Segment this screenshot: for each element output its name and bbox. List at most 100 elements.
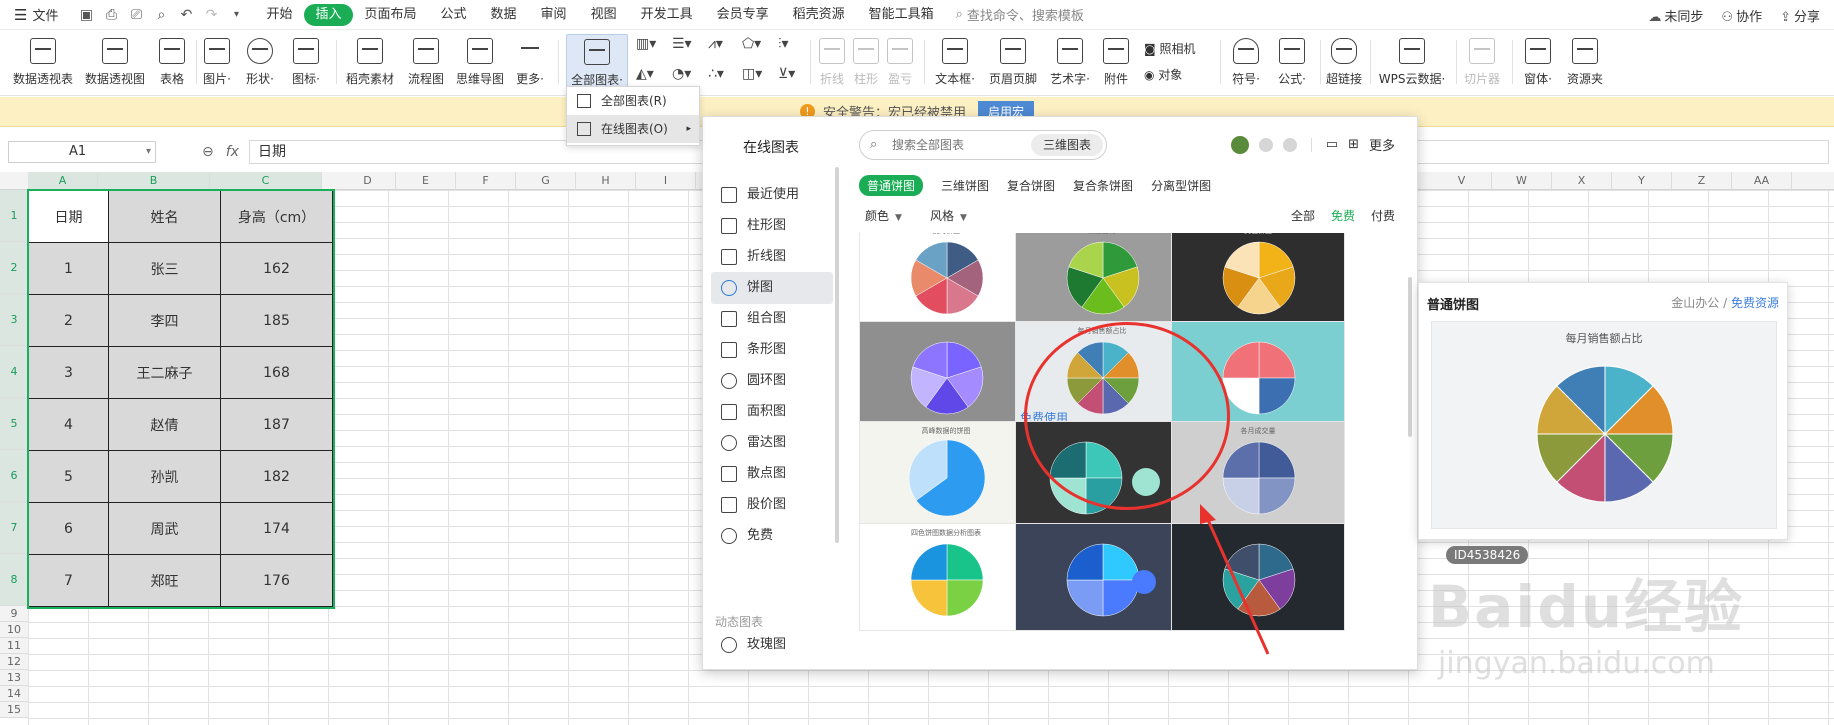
share-button[interactable]: ⇪ 分享 xyxy=(1780,6,1820,25)
row-header-7[interactable]: 7 xyxy=(0,502,28,554)
table-cell[interactable]: 174 xyxy=(220,502,333,555)
table-header-cell[interactable]: 日期 xyxy=(28,190,109,243)
formula-button[interactable]: 公式· xyxy=(1272,34,1312,92)
sidebar-item-7[interactable]: 面积图 xyxy=(711,396,833,428)
tab-page-layout[interactable]: 页面布局 xyxy=(353,4,429,26)
row-header-15[interactable]: 15 xyxy=(0,702,28,718)
zoom-icon[interactable]: ⊖ xyxy=(202,144,214,160)
table-button[interactable]: 表格 xyxy=(154,34,190,92)
sidebar-item-rose[interactable]: 玫瑰图 xyxy=(711,629,833,661)
column-header-x[interactable]: X xyxy=(1552,172,1612,190)
table-cell[interactable]: 3 xyxy=(28,346,109,399)
tab-review[interactable]: 审阅 xyxy=(529,4,579,26)
symbol-button[interactable]: 符号· xyxy=(1226,34,1266,92)
sparkline-winloss-button[interactable]: 盈亏 xyxy=(884,34,916,92)
sidebar-item-1[interactable]: 柱形图 xyxy=(711,210,833,242)
row-header-13[interactable]: 13 xyxy=(0,670,28,686)
table-cell[interactable]: 162 xyxy=(220,242,333,295)
chart-template-thumbnail[interactable]: 我的饼图 xyxy=(859,233,1033,329)
column-header-v[interactable]: V xyxy=(1432,172,1492,190)
tab-insert[interactable]: 插入 xyxy=(304,3,353,26)
column-header-f[interactable]: F xyxy=(456,172,516,190)
table-cell[interactable]: 赵倩 xyxy=(108,398,221,451)
column-header-i[interactable]: I xyxy=(636,172,696,190)
row-header-6[interactable]: 6 xyxy=(0,450,28,502)
sidebar-item-2[interactable]: 折线图 xyxy=(711,241,833,273)
gallery-scrollbar[interactable] xyxy=(1408,277,1412,437)
column-header-c[interactable]: C xyxy=(210,172,322,190)
tab-docer-resources[interactable]: 稻壳资源 xyxy=(781,4,857,26)
table-header-cell[interactable]: 身高（cm） xyxy=(220,190,333,243)
avatar[interactable] xyxy=(1230,135,1249,154)
menu-item-all-charts[interactable]: 全部图表(R) xyxy=(567,87,699,115)
tab-formulas[interactable]: 公式 xyxy=(429,4,479,26)
table-cell[interactable]: 168 xyxy=(220,346,333,399)
column-header-w[interactable]: W xyxy=(1492,172,1552,190)
table-cell[interactable]: 张三 xyxy=(108,242,221,295)
pivot-chart-button[interactable]: 数据透视图 xyxy=(84,34,146,92)
chip-0[interactable]: 普通饼图 xyxy=(859,175,924,196)
column-header-z[interactable]: Z xyxy=(1672,172,1732,190)
table-cell[interactable]: 李四 xyxy=(108,294,221,347)
file-menu[interactable]: ☰ 文件 xyxy=(0,0,68,30)
slicer-button[interactable]: 切片器 xyxy=(1462,34,1502,92)
hyperlink-button[interactable]: 超链接 xyxy=(1324,34,1364,92)
menu-item-online-charts[interactable]: 在线图表(O) ▸ xyxy=(567,115,699,143)
row-header-5[interactable]: 5 xyxy=(0,398,28,450)
textbox-button[interactable]: 文本框· xyxy=(930,34,980,92)
export-pdf-icon[interactable]: ⎙ xyxy=(103,7,119,23)
wps-cloud-data-button[interactable]: WPS云数据· xyxy=(1374,34,1450,92)
object-button[interactable]: ◉ 对象 xyxy=(1144,66,1182,83)
table-cell[interactable]: 王二麻子 xyxy=(108,346,221,399)
table-cell[interactable]: 郑旺 xyxy=(108,554,221,607)
row-header-11[interactable]: 11 xyxy=(0,638,28,654)
all-charts-button[interactable]: 全部图表· xyxy=(566,34,628,92)
table-cell[interactable]: 6 xyxy=(28,502,109,555)
chart-template-thumbnail[interactable]: 高峰数据的饼图 xyxy=(859,421,1033,529)
table-cell[interactable]: 7 xyxy=(28,554,109,607)
table-cell[interactable]: 185 xyxy=(220,294,333,347)
column-header-a[interactable]: A xyxy=(28,172,98,190)
form-window-button[interactable]: 窗体· xyxy=(1518,34,1558,92)
color-filter[interactable]: 颜色 ▼ xyxy=(865,207,902,224)
sidebar-item-0[interactable]: 最近使用 xyxy=(711,179,833,211)
redo-icon[interactable]: ↷ xyxy=(203,7,219,23)
more-link[interactable]: 更多 xyxy=(1369,135,1395,154)
sparkline-column-button[interactable]: 柱形 xyxy=(850,34,882,92)
command-search[interactable]: ⌕ 查找命令、搜索模板 xyxy=(956,5,1084,24)
sparkline-line-button[interactable]: 折线 xyxy=(816,34,848,92)
customize-quick-access-icon[interactable]: ▾ xyxy=(228,9,244,20)
print-preview-icon[interactable]: ⌕ xyxy=(153,7,169,23)
name-box[interactable]: A1 xyxy=(8,141,156,163)
row-header-8[interactable]: 8 xyxy=(0,554,28,606)
sidebar-item-6[interactable]: 圆环图 xyxy=(711,365,833,397)
sidebar-item-5[interactable]: 条形图 xyxy=(711,334,833,366)
picture-button[interactable]: 图片· xyxy=(200,34,234,92)
tab-smart-toolbox[interactable]: 智能工具箱 xyxy=(857,4,946,26)
sidebar-item-8[interactable]: 雷达图 xyxy=(711,427,833,459)
print-icon[interactable]: ⎚ xyxy=(128,7,144,23)
sidebar-item-9[interactable]: 散点图 xyxy=(711,458,833,490)
docer-material-button[interactable]: 稻壳素材 xyxy=(344,34,396,92)
table-cell[interactable]: 182 xyxy=(220,450,333,503)
attachment-button[interactable]: 附件 xyxy=(1100,34,1132,92)
column-header-h[interactable]: H xyxy=(576,172,636,190)
row-header-14[interactable]: 14 xyxy=(0,686,28,702)
table-cell[interactable]: 5 xyxy=(28,450,109,503)
row-header-10[interactable]: 10 xyxy=(0,622,28,638)
chart-template-thumbnail[interactable] xyxy=(859,321,1033,429)
collaborate-button[interactable]: ⚇ 协作 xyxy=(1721,6,1762,25)
tab-home[interactable]: 开始 xyxy=(254,4,304,26)
row-header-1[interactable]: 1 xyxy=(0,190,28,242)
chart-template-thumbnail[interactable] xyxy=(1171,523,1345,631)
column-chart-icon[interactable]: ▥▾ xyxy=(636,36,672,56)
more-insert-button[interactable]: 更多· xyxy=(512,34,548,92)
column-header-y[interactable]: Y xyxy=(1612,172,1672,190)
undo-icon[interactable]: ↶ xyxy=(178,7,194,23)
chip-4[interactable]: 分离型饼图 xyxy=(1151,177,1211,194)
chip-2[interactable]: 复合饼图 xyxy=(1007,177,1055,194)
row-header-3[interactable]: 3 xyxy=(0,294,28,346)
sidebar-item-10[interactable]: 股价图 xyxy=(711,489,833,521)
flowchart-button[interactable]: 流程图 xyxy=(404,34,448,92)
save-icon[interactable]: ▣ xyxy=(78,7,94,23)
